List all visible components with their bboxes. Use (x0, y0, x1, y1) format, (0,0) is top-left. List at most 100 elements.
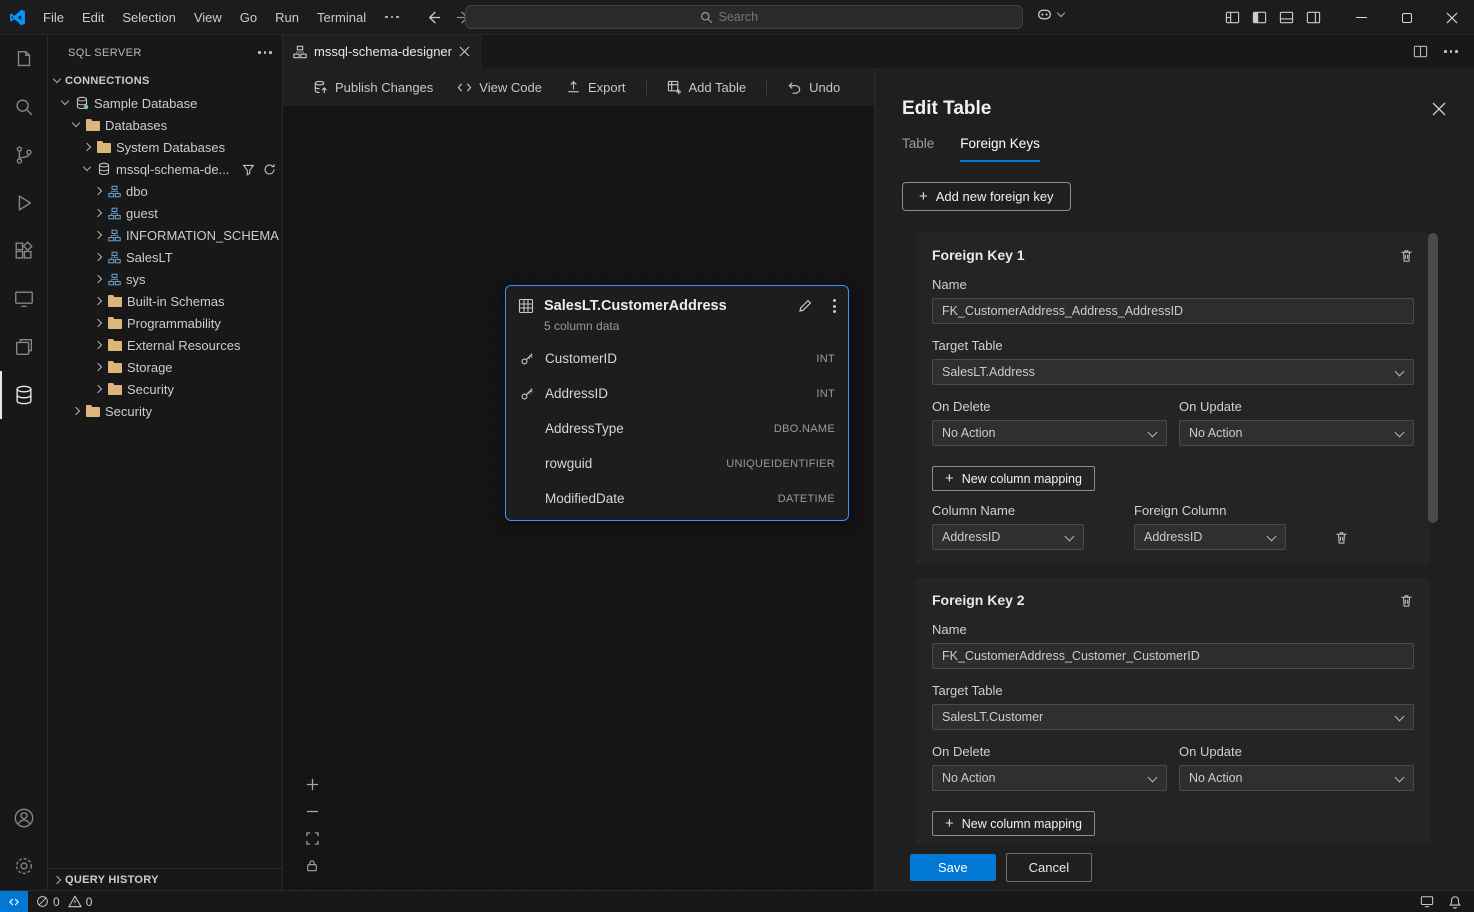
tab-mssql-schema-designer[interactable]: mssql-schema-designer (283, 35, 481, 68)
edit-table-pencil-icon[interactable] (797, 298, 813, 314)
screencast-monitor-icon[interactable] (1420, 895, 1434, 908)
column-row-rowguid[interactable]: rowguid UNIQUEIDENTIFIER (506, 446, 848, 481)
fk1-on-delete-dropdown[interactable]: No Action (932, 420, 1167, 446)
folder-icon (108, 317, 122, 329)
fk1-new-column-mapping-button[interactable]: + New column mapping (932, 466, 1095, 491)
delete-foreign-key-1-trash-icon[interactable] (1399, 248, 1414, 263)
more-menus-icon[interactable] (375, 4, 409, 30)
sql-projects-icon[interactable] (0, 323, 47, 371)
view-code-button[interactable]: View Code (447, 75, 552, 100)
command-search-box[interactable] (465, 5, 1023, 29)
tree-item-databases[interactable]: Databases (48, 114, 282, 136)
tree-item-mssql-schema-database[interactable]: mssql-schema-de... (48, 158, 282, 180)
menu-run[interactable]: Run (266, 4, 308, 30)
split-editor-icon[interactable] (1413, 44, 1428, 59)
search-input[interactable] (719, 10, 789, 24)
menu-go[interactable]: Go (231, 4, 266, 30)
fk1-name-input[interactable] (932, 298, 1414, 324)
fit-view-icon[interactable] (303, 829, 321, 847)
search-view-icon[interactable] (0, 83, 47, 131)
fk1-target-table-dropdown[interactable]: SalesLT.Address (932, 359, 1414, 385)
fk2-new-column-mapping-button[interactable]: + New column mapping (932, 811, 1095, 836)
fk2-name-input[interactable] (932, 643, 1414, 669)
fk2-on-update-dropdown[interactable]: No Action (1179, 765, 1414, 791)
minimize-button[interactable] (1339, 0, 1384, 35)
menu-edit[interactable]: Edit (73, 4, 113, 30)
toggle-primary-sidebar-icon[interactable] (1252, 10, 1267, 25)
account-icon[interactable] (0, 794, 47, 842)
undo-button[interactable]: Undo (777, 75, 850, 100)
name-label: Name (932, 277, 1414, 292)
tree-item-external-resources[interactable]: External Resources (48, 334, 282, 356)
close-window-button[interactable] (1429, 0, 1474, 35)
tree-item-storage[interactable]: Storage (48, 356, 282, 378)
maximize-button[interactable] (1384, 0, 1429, 35)
notifications-bell-icon[interactable] (1448, 895, 1462, 909)
back-arrow-icon[interactable] (423, 6, 445, 28)
query-history-section-header[interactable]: QUERY HISTORY (48, 868, 282, 890)
tree-item-dbo[interactable]: dbo (48, 180, 282, 202)
tree-item-saleslt[interactable]: SalesLT (48, 246, 282, 268)
add-new-foreign-key-button[interactable]: + Add new foreign key (902, 182, 1071, 211)
tree-item-built-in-schemas[interactable]: Built-in Schemas (48, 290, 282, 312)
explorer-icon[interactable] (0, 35, 47, 83)
settings-gear-icon[interactable] (0, 842, 47, 890)
column-row-customerid[interactable]: CustomerID INT (506, 341, 848, 376)
sql-server-view-icon[interactable] (0, 371, 47, 419)
editor-more-actions-icon[interactable] (1444, 50, 1458, 53)
connections-section-header[interactable]: CONNECTIONS (48, 70, 282, 92)
zoom-in-icon[interactable] (303, 775, 321, 793)
fk2-target-table-dropdown[interactable]: SalesLT.Customer (932, 704, 1414, 730)
tab-foreign-keys[interactable]: Foreign Keys (960, 136, 1040, 162)
tree-item-guest[interactable]: guest (48, 202, 282, 224)
tree-item-information-schema[interactable]: INFORMATION_SCHEMA (48, 224, 282, 246)
designer-canvas[interactable]: SalesLT.CustomerAddress (283, 106, 874, 890)
menu-view[interactable]: View (185, 4, 231, 30)
filter-icon[interactable] (242, 163, 255, 176)
customize-layout-icon[interactable] (1225, 10, 1240, 25)
run-debug-icon[interactable] (0, 179, 47, 227)
source-control-icon[interactable] (0, 131, 47, 179)
save-button[interactable]: Save (910, 854, 996, 881)
cancel-button[interactable]: Cancel (1006, 853, 1092, 882)
table-node-title: SalesLT.CustomerAddress (544, 298, 787, 314)
search-icon (700, 11, 713, 24)
column-row-addressid[interactable]: AddressID INT (506, 376, 848, 411)
tree-item-system-databases[interactable]: System Databases (48, 136, 282, 158)
fk2-on-delete-dropdown[interactable]: No Action (932, 765, 1167, 791)
menu-terminal[interactable]: Terminal (308, 4, 375, 30)
refresh-icon[interactable] (263, 163, 276, 176)
extensions-icon[interactable] (0, 227, 47, 275)
tree-item-sys[interactable]: sys (48, 268, 282, 290)
menu-selection[interactable]: Selection (113, 4, 184, 30)
fk1-column-name-dropdown[interactable]: AddressID (932, 524, 1084, 550)
tree-item-programmability[interactable]: Programmability (48, 312, 282, 334)
delete-column-mapping-trash-icon[interactable] (1334, 530, 1349, 545)
node-kebab-menu-icon[interactable] (833, 299, 836, 313)
menu-file[interactable]: File (34, 4, 73, 30)
sidebar-more-actions-icon[interactable] (258, 51, 272, 54)
delete-foreign-key-2-trash-icon[interactable] (1399, 593, 1414, 608)
tab-table[interactable]: Table (902, 136, 934, 162)
remote-indicator[interactable] (0, 891, 28, 912)
toggle-panel-icon[interactable] (1279, 10, 1294, 25)
publish-changes-button[interactable]: Publish Changes (303, 75, 443, 100)
lock-icon[interactable] (303, 856, 321, 874)
column-row-addresstype[interactable]: AddressType DBO.NAME (506, 411, 848, 446)
table-node-customeraddress[interactable]: SalesLT.CustomerAddress (505, 285, 849, 521)
tree-item-security-db[interactable]: Security (48, 378, 282, 400)
panel-scrollbar-thumb[interactable] (1428, 233, 1438, 523)
column-row-modifieddate[interactable]: ModifiedDate DATETIME (506, 481, 848, 516)
add-table-button[interactable]: Add Table (657, 75, 757, 100)
fk1-on-update-dropdown[interactable]: No Action (1179, 420, 1414, 446)
remote-explorer-icon[interactable] (0, 275, 47, 323)
tree-item-security-server[interactable]: Security (48, 400, 282, 422)
fk1-foreign-column-dropdown[interactable]: AddressID (1134, 524, 1286, 550)
close-tab-icon[interactable] (459, 46, 470, 57)
copilot-menu[interactable] (1036, 6, 1066, 23)
tree-item-sample-database[interactable]: Sample Database (48, 92, 282, 114)
problems-indicator[interactable]: 0 0 (28, 891, 100, 912)
export-button[interactable]: Export (556, 75, 636, 100)
toggle-secondary-sidebar-icon[interactable] (1306, 10, 1321, 25)
zoom-out-icon[interactable] (303, 802, 321, 820)
